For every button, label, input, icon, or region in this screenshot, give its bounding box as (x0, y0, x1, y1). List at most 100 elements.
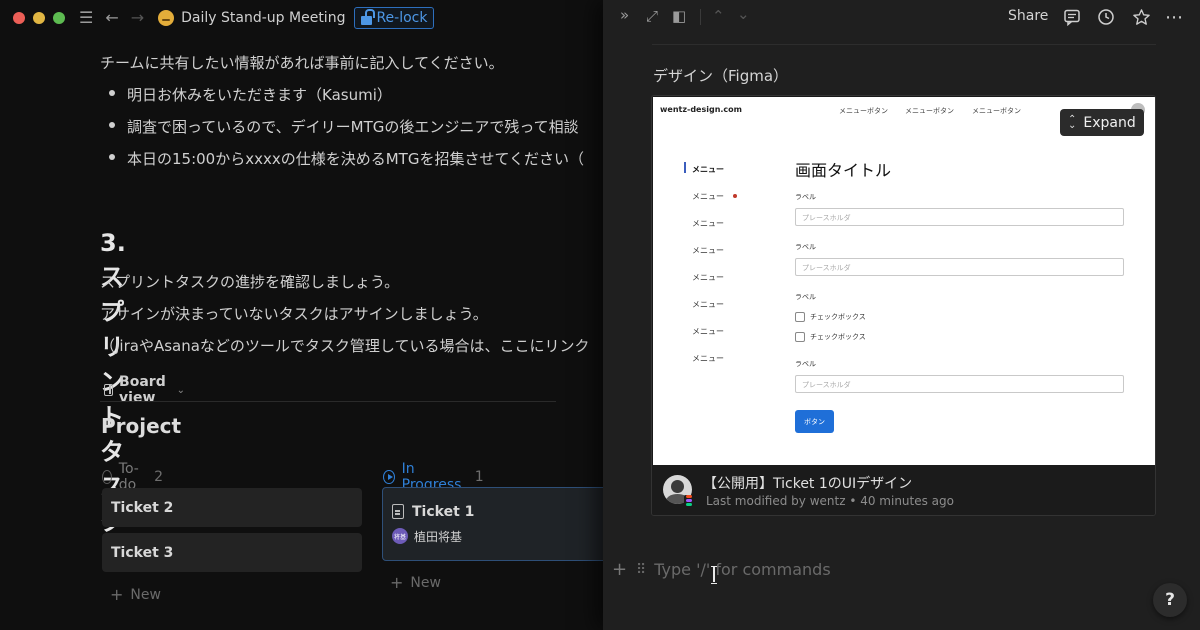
drag-handle-icon[interactable]: ⠿ (636, 562, 646, 578)
window-controls (13, 12, 65, 24)
embed-title: 【公開用】Ticket 1のUIデザイン (703, 476, 913, 492)
minimize-window-button[interactable] (33, 12, 45, 24)
new-label: New (410, 574, 441, 591)
close-peek-icon[interactable]: » (620, 8, 629, 23)
mock-side-active-bar (684, 162, 686, 173)
bullet-item[interactable]: 明日お休みをいただきます（Kasumi） (127, 84, 392, 105)
page-icon (392, 504, 404, 519)
bullet-item[interactable]: 調査で困っているので、デイリーMTGの後エンジニアで残って相談 (127, 116, 579, 137)
comment-icon[interactable] (1061, 6, 1083, 28)
figma-logo-icon (684, 495, 694, 506)
mock-input: プレースホルダ (795, 258, 1124, 276)
mock-side-menu-item: メニュー (692, 273, 724, 282)
mock-input: プレースホルダ (795, 208, 1124, 226)
assignee-avatar: 将基 (392, 528, 408, 544)
column-count: 1 (474, 469, 484, 485)
mock-label: ラベル (795, 193, 816, 201)
command-placeholder: Type '/' for commands (654, 560, 831, 579)
mock-side-menu-item: メニュー (692, 354, 724, 363)
history-clock-icon[interactable] (1095, 6, 1117, 28)
zoom-window-button[interactable] (53, 12, 65, 24)
plus-icon: + (390, 573, 404, 592)
new-card-button[interactable]: + New (110, 585, 161, 604)
mock-top-menu-item: メニューボタン (972, 107, 1021, 115)
more-options-icon[interactable]: ⋯ (1163, 6, 1185, 28)
new-card-button[interactable]: + New (390, 573, 441, 592)
card-title: Ticket 1 (412, 503, 475, 520)
toolbar-divider (700, 9, 701, 25)
expand-button[interactable]: ⌃ ⌄ Expand (1060, 109, 1144, 136)
assignee: 将基 植田将基 (392, 528, 462, 545)
open-full-page-icon[interactable]: ⤢ (646, 9, 658, 24)
mock-side-menu-item: メニュー (692, 219, 724, 228)
mock-checkbox-label: チェックボックス (810, 313, 866, 321)
divider (652, 44, 1156, 45)
page-title[interactable]: Daily Stand-up Meeting (181, 10, 345, 26)
card-title-row: Ticket 1 (392, 504, 474, 520)
mock-top-menu-item: メニューボタン (905, 107, 954, 115)
mock-label: ラベル (795, 360, 816, 368)
database-title[interactable]: Project (101, 414, 181, 438)
next-page-icon[interactable]: ⌄ (737, 7, 750, 22)
star-icon[interactable] (1130, 6, 1152, 28)
menu-icon[interactable]: ☰ (79, 10, 93, 26)
forward-arrow-icon[interactable]: → (131, 10, 144, 26)
back-arrow-icon[interactable]: ← (105, 10, 118, 26)
page-emoji-icon (158, 10, 175, 26)
mock-side-menu-item: メニュー (692, 327, 724, 336)
main-page: ☰ ← → Daily Stand-up Meeting Re-lock チーム… (0, 0, 603, 630)
embed-meta: Last modified by wentz • 40 minutes ago (706, 494, 954, 508)
mock-top-menu-item: メニューボタン (839, 107, 888, 115)
figma-embed[interactable]: wentz-design.com メニューボタン メニューボタン メニューボタン… (651, 95, 1156, 516)
relock-button[interactable]: Re-lock (354, 7, 435, 29)
bullet-dot (109, 122, 115, 128)
assignee-name: 植田将基 (414, 529, 463, 544)
column-count: 2 (154, 469, 163, 485)
todo-status-icon (102, 470, 112, 484)
card-title: Ticket 3 (111, 544, 174, 561)
board-card-selected[interactable]: Ticket 1 将基 植田将基 (382, 487, 603, 561)
relock-label: Re-lock (376, 10, 428, 26)
mock-input: プレースホルダ (795, 375, 1124, 393)
bullet-item[interactable]: 本日の15:00からxxxxの仕様を決めるMTGを招集させてください（ (127, 148, 584, 169)
embed-footer[interactable]: 【公開用】Ticket 1のUIデザイン Last modified by we… (652, 465, 1155, 515)
plus-icon: + (110, 585, 124, 604)
bullet-dot (109, 154, 115, 160)
mock-screen-title: 画面タイトル (795, 161, 892, 180)
section-line[interactable]: アサインが決まっていないタスクはアサインしましょう。 (100, 303, 488, 324)
text-cursor-icon (711, 566, 717, 584)
share-button[interactable]: Share (1008, 8, 1048, 24)
figma-preview[interactable]: wentz-design.com メニューボタン メニューボタン メニューボタン… (653, 97, 1155, 465)
previous-page-icon[interactable]: ⌃ (712, 9, 725, 24)
peek-toolbar: » ⤢ ◧ ⌃ ⌄ Share ⋯ (603, 0, 1200, 34)
mock-notification-dot (733, 194, 737, 198)
mock-label: ラベル (795, 293, 816, 301)
mock-button: ボタン (795, 410, 834, 433)
mock-side-menu-item: メニュー (692, 192, 724, 201)
peek-mode-icon[interactable]: ◧ (672, 9, 686, 24)
empty-block[interactable]: + ⠿ Type '/' for commands (612, 559, 831, 580)
mock-side-menu-item: メニュー (692, 300, 724, 309)
section-line[interactable]: スプリントタスクの進捗を確認しましょう。 (100, 271, 399, 292)
close-window-button[interactable] (13, 12, 25, 24)
board-view-icon (104, 384, 114, 396)
board-card[interactable]: Ticket 3 (102, 533, 362, 572)
mock-checkbox: チェックボックス (795, 312, 866, 322)
checkbox-icon (795, 312, 805, 322)
figma-heading[interactable]: デザイン（Figma） (653, 65, 788, 86)
expand-icon: ⌃ ⌄ (1068, 113, 1077, 131)
section-line[interactable]: （JiraやAsanaなどのツールでタスク管理している場合は、ここにリンク (100, 335, 589, 356)
intro-text[interactable]: チームに共有したい情報があれば事前に記入してください。 (100, 52, 504, 73)
mock-checkbox-label: チェックボックス (810, 333, 866, 341)
title-bar: ☰ ← → Daily Stand-up Meeting Re-lock (0, 0, 603, 36)
mock-side-menu-item: メニュー (692, 246, 724, 255)
new-label: New (130, 586, 161, 603)
checkbox-icon (795, 332, 805, 342)
add-block-icon[interactable]: + (612, 559, 630, 580)
card-title: Ticket 2 (111, 499, 174, 516)
bullet-dot (109, 90, 115, 96)
side-peek-panel: » ⤢ ◧ ⌃ ⌄ Share ⋯ デザイン（Figma） wentz-desi… (603, 0, 1200, 630)
chevron-down-icon: ⌄ (176, 384, 186, 396)
help-button[interactable]: ? (1153, 583, 1187, 617)
board-card[interactable]: Ticket 2 (102, 488, 362, 527)
